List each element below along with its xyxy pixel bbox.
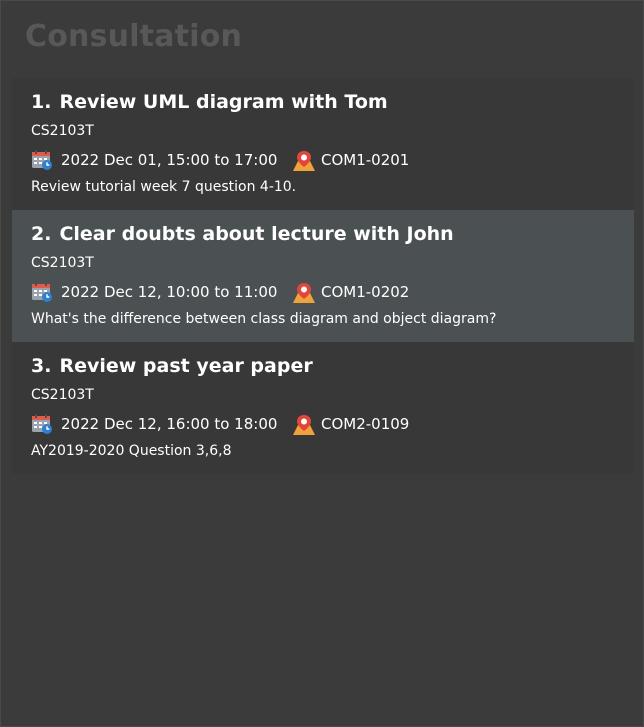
consultation-module: CS2103T <box>31 255 94 271</box>
consultation-venue: COM1-0202 <box>321 283 410 301</box>
consultation-index: 2. <box>31 223 52 245</box>
consultation-meta: 2022 Dec 12, 16:00 to 18:00 COM2-0109 <box>31 413 409 435</box>
consultation-card[interactable]: 3. Review past year paper CS2103T 2022 D… <box>12 342 634 474</box>
consultation-module: CS2103T <box>31 387 94 403</box>
calendar-icon <box>31 413 53 435</box>
consultation-time: 2022 Dec 12, 10:00 to 11:00 <box>61 283 278 301</box>
consultation-venue: COM1-0201 <box>321 151 410 169</box>
consultation-name: Clear doubts about lecture with John <box>59 223 454 245</box>
consultation-meta: 2022 Dec 12, 10:00 to 11:00 COM1-0202 <box>31 281 409 303</box>
consultation-meta: 2022 Dec 01, 15:00 to 17:00 COM1-0201 <box>31 149 409 171</box>
consultation-title: 2. Clear doubts about lecture with John <box>31 223 454 245</box>
consultation-description: AY2019-2020 Question 3,6,8 <box>31 443 232 459</box>
consultation-index: 3. <box>31 355 52 377</box>
location-pin-icon <box>291 281 315 303</box>
consultation-description: What's the difference between class diag… <box>31 311 497 327</box>
consultation-name: Review UML diagram with Tom <box>59 91 388 113</box>
consultation-title: 1. Review UML diagram with Tom <box>31 91 388 113</box>
consultation-panel: Consultation 1. Review UML diagram with T… <box>0 0 644 727</box>
location-pin-icon <box>291 413 315 435</box>
calendar-icon <box>31 149 53 171</box>
consultation-description: Review tutorial week 7 question 4-10. <box>31 179 297 195</box>
consultation-time: 2022 Dec 01, 15:00 to 17:00 <box>61 151 278 169</box>
location-pin-icon <box>291 149 315 171</box>
panel-title: Consultation <box>25 19 243 54</box>
consultation-title: 3. Review past year paper <box>31 355 313 377</box>
consultation-card-selected[interactable]: 2. Clear doubts about lecture with John C… <box>12 210 634 342</box>
calendar-icon <box>31 281 53 303</box>
consultation-time: 2022 Dec 12, 16:00 to 18:00 <box>61 415 278 433</box>
consultation-list[interactable]: 1. Review UML diagram with Tom CS2103T 2… <box>12 78 634 474</box>
consultation-name: Review past year paper <box>59 355 313 377</box>
consultation-card[interactable]: 1. Review UML diagram with Tom CS2103T 2… <box>12 78 634 210</box>
consultation-module: CS2103T <box>31 123 94 139</box>
consultation-index: 1. <box>31 91 52 113</box>
consultation-venue: COM2-0109 <box>321 415 410 433</box>
